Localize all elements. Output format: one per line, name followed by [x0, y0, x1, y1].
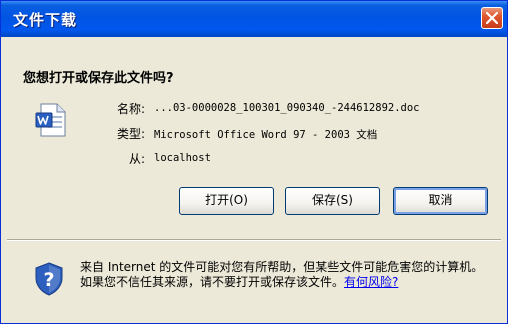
file-name-value: ...03-0000028_100301_090340_-244612892.d…	[154, 102, 420, 114]
title-bar[interactable]: 文件下载	[1, 1, 507, 37]
close-icon	[486, 12, 498, 24]
file-name-label: 名称:	[116, 102, 145, 116]
file-type-label: 类型:	[116, 127, 145, 141]
word-document-icon	[35, 103, 67, 141]
cancel-button[interactable]: 取消	[393, 187, 488, 215]
dialog-question: 您想打开或保存此文件吗?	[23, 71, 174, 86]
file-source-value: localhost	[154, 152, 211, 164]
risk-link[interactable]: 有何风险?	[344, 275, 398, 289]
close-button[interactable]	[481, 7, 503, 29]
divider	[7, 239, 501, 241]
open-button[interactable]: 打开(O)	[179, 187, 274, 215]
security-warning: 来自 Internet 的文件可能对您有所帮助，但某些文件可能危害您的计算机。如…	[80, 260, 488, 290]
window-title: 文件下载	[13, 11, 78, 29]
svg-text:?: ?	[43, 269, 54, 291]
file-download-dialog: 文件下载 您想打开或保存此文件吗? 名称: ...03-0000028_1003…	[0, 0, 508, 324]
warning-text: 来自 Internet 的文件可能对您有所帮助，但某些文件可能危害您的计算机。如…	[80, 260, 484, 289]
shield-question-icon: ?	[34, 262, 64, 300]
file-source-label: 从:	[128, 152, 145, 166]
save-button[interactable]: 保存(S)	[285, 187, 380, 215]
file-type-value: Microsoft Office Word 97 - 2003 文档	[154, 129, 378, 141]
